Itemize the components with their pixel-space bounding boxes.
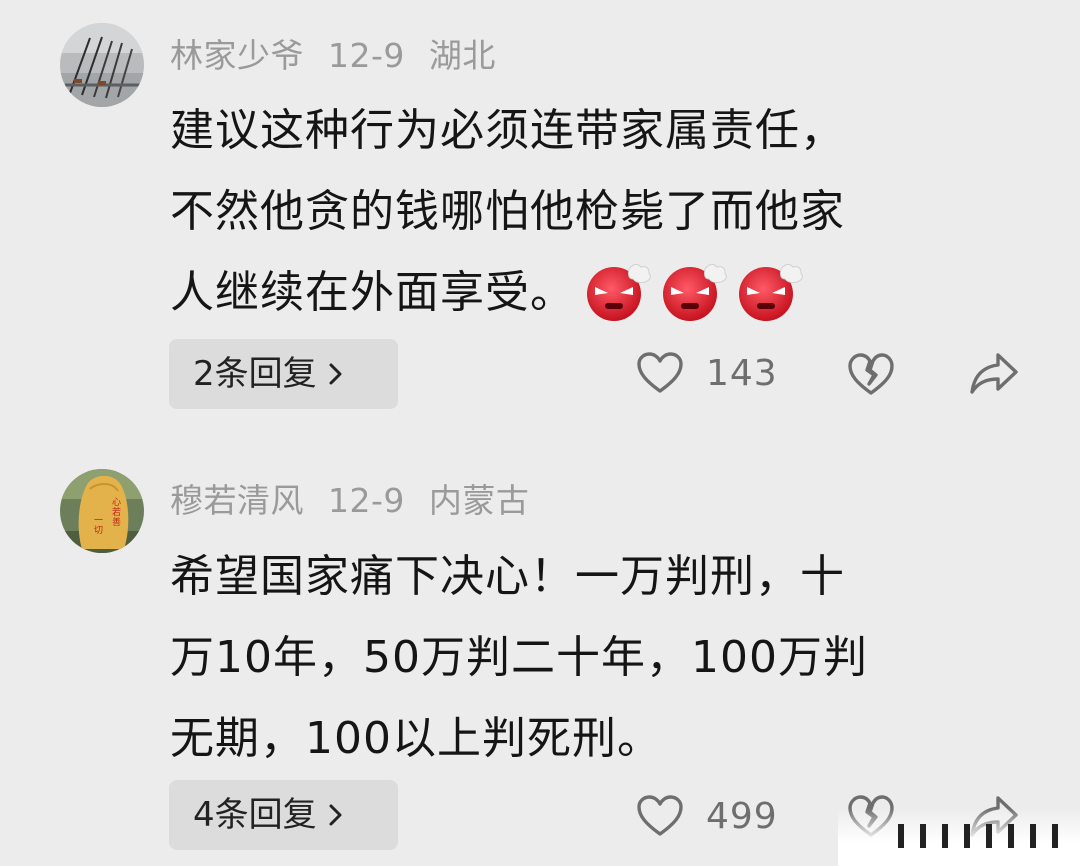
user-avatar[interactable] <box>60 23 144 107</box>
comment-text-line: 不然他贪的钱哪怕他枪毙了而他家 <box>170 186 845 237</box>
heart-icon <box>637 352 683 393</box>
comment-text-line-with-emoji: 人继续在外面享受。 <box>170 252 1020 333</box>
watermark-mark <box>1030 824 1036 848</box>
svg-text:善: 善 <box>112 516 121 528</box>
heart-icon <box>637 795 683 836</box>
broken-heart-icon <box>848 353 894 395</box>
watermark-mark <box>964 824 970 848</box>
angry-face-emoji-icon <box>739 263 803 321</box>
comment-text: 希望国家痛下决心！一万判刑，十 万10年，50万判二十年，100万判 无期，10… <box>170 536 1020 779</box>
watermark-mark <box>920 824 926 848</box>
watermark-mark <box>1052 824 1058 848</box>
watermark-mark <box>1008 824 1014 848</box>
replies-label: 4条回复 <box>193 795 317 835</box>
username[interactable]: 林家少爷 <box>170 36 304 75</box>
username[interactable]: 穆若清风 <box>170 481 304 520</box>
like-count: 499 <box>706 795 778 837</box>
comment-text-line: 希望国家痛下决心！一万判刑，十 <box>170 551 845 602</box>
svg-text:切: 切 <box>94 525 103 536</box>
like-button[interactable]: 143 <box>636 343 778 403</box>
comment-text: 建议这种行为必须连带家属责任， 不然他贪的钱哪怕他枪毙了而他家 人继续在外面享受… <box>170 90 1020 333</box>
share-arrow-icon <box>970 353 1018 394</box>
comment-meta: 林家少爷 12-9 湖北 <box>170 29 520 77</box>
comment-date: 12-9 <box>328 36 405 75</box>
svg-text:心: 心 <box>112 497 121 508</box>
comment-location: 内蒙古 <box>428 481 530 520</box>
watermark-mark <box>986 824 992 848</box>
user-avatar[interactable]: 心 若 善 一 切 <box>60 469 144 553</box>
angry-face-emoji-icon <box>587 263 651 321</box>
chevron-right-icon <box>329 363 342 384</box>
comment-text-line: 人继续在外面享受。 <box>170 267 575 318</box>
fishing-rods-avatar-icon <box>60 23 144 107</box>
comment-meta: 穆若清风 12-9 内蒙古 <box>170 474 553 522</box>
watermark-overlay <box>838 808 1080 866</box>
comment-text-line: 无期，100以上判死刑。 <box>170 713 662 764</box>
angry-face-emoji-icon <box>663 263 727 321</box>
comment-location: 湖北 <box>428 36 496 75</box>
watermark-mark <box>942 824 948 848</box>
svg-text:若: 若 <box>112 506 121 518</box>
like-button[interactable]: 499 <box>636 786 778 846</box>
chevron-right-icon <box>329 804 342 825</box>
like-count: 143 <box>706 352 778 394</box>
share-button[interactable] <box>968 347 1020 399</box>
view-replies-button[interactable]: 2条回复 <box>169 339 398 409</box>
view-replies-button[interactable]: 4条回复 <box>169 780 398 850</box>
replies-label: 2条回复 <box>193 354 317 394</box>
stone-calligraphy-avatar-icon: 心 若 善 一 切 <box>60 469 144 553</box>
comment-date: 12-9 <box>328 481 405 520</box>
dislike-button[interactable] <box>846 348 896 398</box>
comment-text-line: 万10年，50万判二十年，100万判 <box>170 632 868 683</box>
comment-text-line: 建议这种行为必须连带家属责任， <box>170 105 845 156</box>
watermark-mark <box>898 824 904 848</box>
svg-text:一: 一 <box>94 516 103 526</box>
